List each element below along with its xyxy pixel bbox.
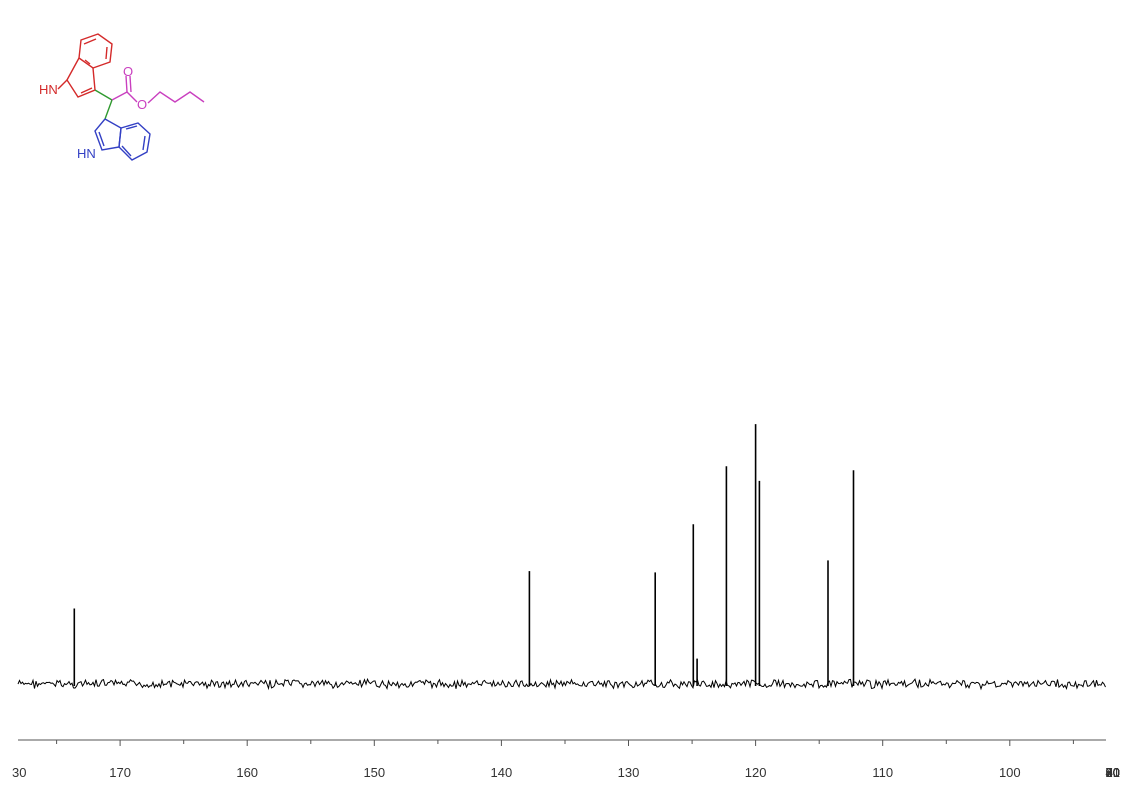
butyl-ester-chain bbox=[111, 75, 205, 104]
top-indole-bond bbox=[83, 38, 97, 45]
top-indole-ring bbox=[66, 33, 113, 98]
top-nh-bond bbox=[57, 79, 68, 90]
x-tick-label-170: 170 bbox=[109, 765, 131, 780]
bottom-indole-bond bbox=[142, 135, 146, 151]
x-tick-label-100: 100 bbox=[999, 765, 1021, 780]
spectrum-trace-layer bbox=[17, 424, 1106, 691]
molecule-structure: HN O O HN bbox=[39, 33, 205, 161]
carbonyl-oxygen-label: O bbox=[123, 64, 133, 79]
bottom-indole-benzene bbox=[118, 122, 151, 161]
x-tick-label-180: 30 bbox=[12, 765, 26, 780]
spectrum-baseline bbox=[17, 677, 1106, 691]
ester-oxygen-label: O bbox=[137, 97, 147, 112]
x-tick-label-120: 120 bbox=[745, 765, 767, 780]
x-tick-label-150: 150 bbox=[363, 765, 385, 780]
nmr-spectrum-chart: HN O O HN 30 170 160 150 140 130 120 110… bbox=[12, 33, 1120, 780]
x-tick-label-110: 110 bbox=[872, 765, 893, 780]
top-indole-bond bbox=[105, 46, 108, 60]
x-tick-label-130: 130 bbox=[618, 765, 640, 780]
bottom-indole-ring bbox=[94, 118, 151, 161]
top-indole-nh-label: HN bbox=[39, 82, 58, 97]
x-axis-ticks bbox=[56, 740, 1074, 746]
bottom-indole-pyrrole bbox=[94, 118, 122, 151]
x-tick-label-140: 140 bbox=[491, 765, 513, 780]
methine-center bbox=[94, 89, 113, 120]
x-axis: 30 170 160 150 140 130 120 110 100 90807060504030… bbox=[12, 739, 1120, 780]
top-indole-pyrrole bbox=[66, 57, 96, 98]
x-axis-tick-labels: 30 170 160 150 140 130 120 110 100 90807060504030… bbox=[12, 765, 1120, 780]
x-tick-label-10: 1 bbox=[1113, 765, 1120, 780]
bottom-indole-nh-label: HN bbox=[77, 146, 96, 161]
x-tick-label-160: 160 bbox=[236, 765, 258, 780]
